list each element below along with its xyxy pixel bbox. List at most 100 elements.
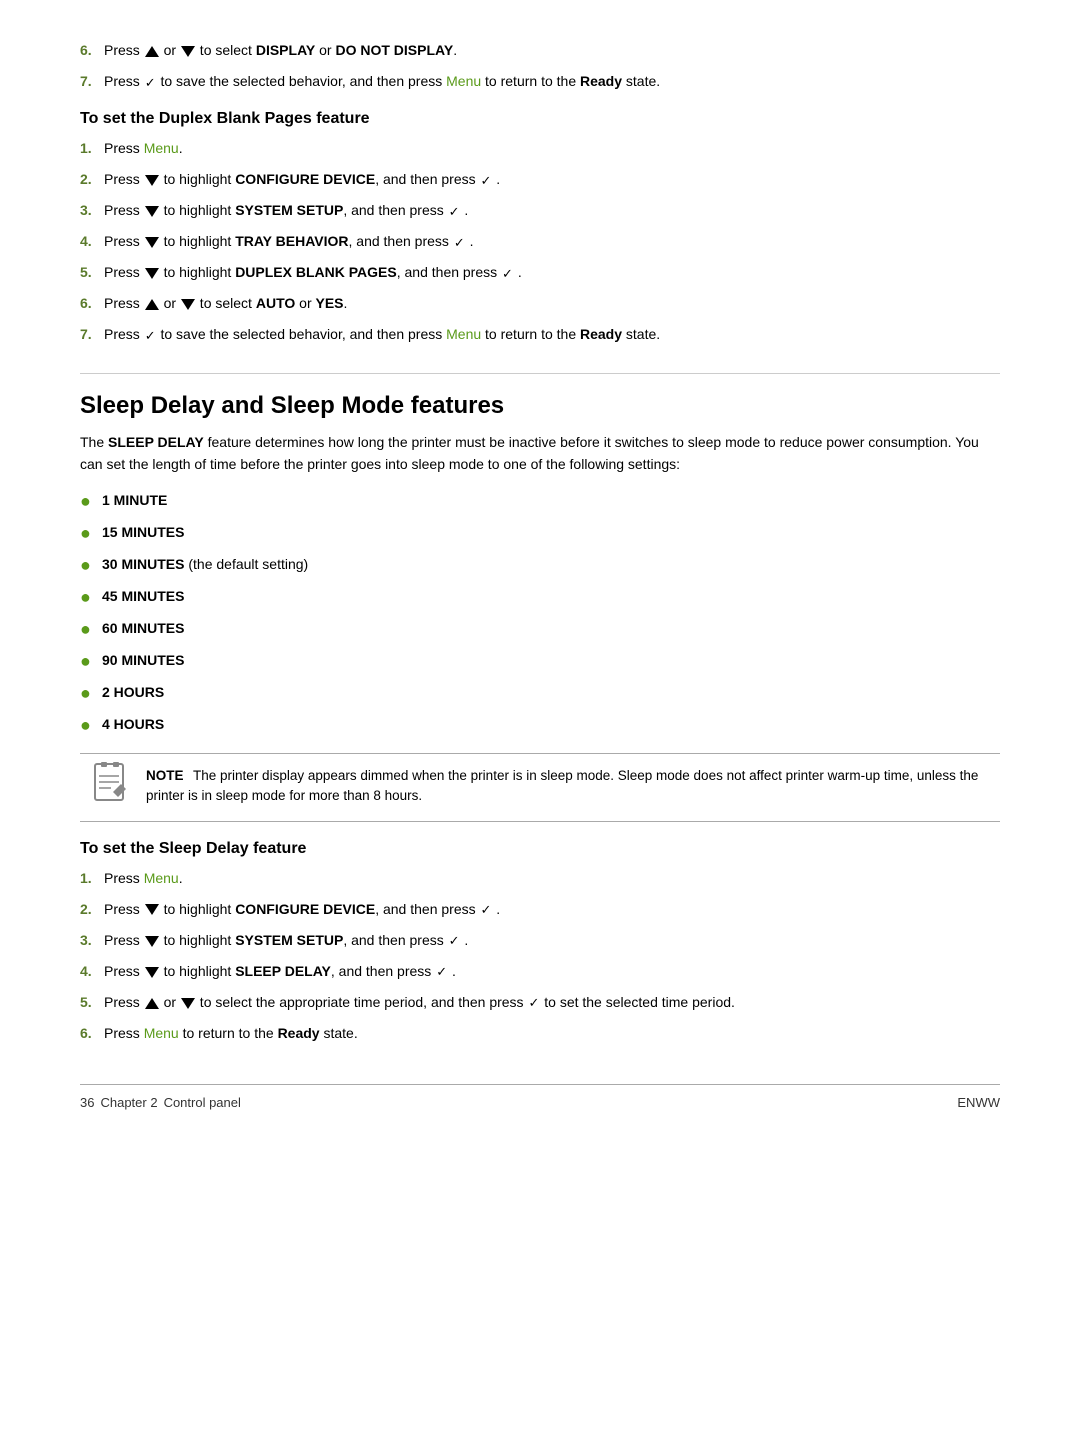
check-icon: ✓	[145, 326, 156, 346]
triangle-down-icon	[145, 936, 159, 947]
top-steps: 6. Press or to select DISPLAY or DO NOT …	[80, 40, 1000, 92]
triangle-down-icon	[145, 237, 159, 248]
duplex-step-1: 1. Press Menu.	[80, 138, 1000, 159]
step-content: Press to highlight SLEEP DELAY, and then…	[104, 961, 456, 982]
bullet-text: 60 MINUTES	[102, 618, 184, 639]
notepad-svg	[91, 762, 131, 802]
step-num: 6.	[80, 293, 104, 314]
step-content: Press Menu.	[104, 138, 183, 159]
triangle-down-icon	[181, 46, 195, 57]
check-icon: ✓	[481, 900, 492, 920]
note-content: NOTE The printer display appears dimmed …	[146, 766, 990, 807]
triangle-down-icon	[145, 268, 159, 279]
sleep-step-4: 4. Press to highlight SLEEP DELAY, and t…	[80, 961, 1000, 982]
step-content: Press or to select AUTO or YES.	[104, 293, 347, 314]
step-num: 7.	[80, 324, 104, 345]
sleep-step-3: 3. Press to highlight SYSTEM SETUP, and …	[80, 930, 1000, 951]
step-num: 3.	[80, 200, 104, 221]
note-icon	[90, 762, 132, 809]
footer-left: 36 Chapter 2 Control panel	[80, 1095, 241, 1110]
sleep-body-text: The SLEEP DELAY feature determines how l…	[80, 432, 1000, 475]
sleep-bullet-list: ● 1 MINUTE ● 15 MINUTES ● 30 MINUTES (th…	[80, 490, 1000, 739]
triangle-up-icon	[145, 46, 159, 57]
bold-sleep-delay: SLEEP DELAY	[235, 963, 331, 979]
footer: 36 Chapter 2 Control panel ENWW	[80, 1084, 1000, 1110]
bold-tray-behavior: TRAY BEHAVIOR	[235, 233, 348, 249]
step-num: 4.	[80, 231, 104, 252]
triangle-down-icon	[181, 998, 195, 1009]
step-num: 1.	[80, 868, 104, 889]
check-icon: ✓	[449, 202, 460, 222]
step-7-save: 7. Press ✓ to save the selected behavior…	[80, 71, 1000, 92]
check-icon: ✓	[502, 264, 513, 284]
duplex-step-3: 3. Press to highlight SYSTEM SETUP, and …	[80, 200, 1000, 221]
step-content: Press to highlight SYSTEM SETUP, and the…	[104, 200, 468, 221]
bullet-text: 2 HOURS	[102, 682, 164, 703]
bold-system-setup: SYSTEM SETUP	[235, 202, 343, 218]
bullet-text: 15 MINUTES	[102, 522, 184, 543]
bold-configure: CONFIGURE DEVICE	[235, 901, 375, 917]
sleep-step-6: 6. Press Menu to return to the Ready sta…	[80, 1023, 1000, 1044]
duplex-step-5: 5. Press to highlight DUPLEX BLANK PAGES…	[80, 262, 1000, 283]
bold-ready: Ready	[580, 73, 622, 89]
triangle-down-icon	[145, 175, 159, 186]
bullet-icon: ●	[80, 648, 102, 675]
bullet-text: 45 MINUTES	[102, 586, 184, 607]
triangle-up-icon	[145, 299, 159, 310]
list-item: ● 1 MINUTE	[80, 490, 1000, 515]
note-box: NOTE The printer display appears dimmed …	[80, 753, 1000, 822]
sleep-steps: 1. Press Menu. 2. Press to highlight CON…	[80, 868, 1000, 1044]
bullet-icon: ●	[80, 680, 102, 707]
check-icon: ✓	[528, 993, 539, 1013]
step-content: Press ✓ to save the selected behavior, a…	[104, 71, 660, 92]
step-num: 4.	[80, 961, 104, 982]
duplex-step-7: 7. Press ✓ to save the selected behavior…	[80, 324, 1000, 345]
list-item: ● 45 MINUTES	[80, 586, 1000, 611]
bullet-icon: ●	[80, 616, 102, 643]
step-content: Press ✓ to save the selected behavior, a…	[104, 324, 660, 345]
step-6-display: 6. Press or to select DISPLAY or DO NOT …	[80, 40, 1000, 61]
bullet-icon: ●	[80, 552, 102, 579]
step-num: 6.	[80, 1023, 104, 1044]
bullet-text: 1 MINUTE	[102, 490, 167, 511]
step-content: Press to highlight CONFIGURE DEVICE, and…	[104, 169, 500, 190]
menu-link: Menu	[144, 1025, 179, 1041]
duplex-step-4: 4. Press to highlight TRAY BEHAVIOR, and…	[80, 231, 1000, 252]
check-icon: ✓	[145, 73, 156, 93]
duplex-step-6: 6. Press or to select AUTO or YES.	[80, 293, 1000, 314]
triangle-down-icon	[181, 299, 195, 310]
triangle-down-icon	[145, 904, 159, 915]
menu-link: Menu	[446, 73, 481, 89]
list-item: ● 4 HOURS	[80, 714, 1000, 739]
duplex-steps: 1. Press Menu. 2. Press to highlight CON…	[80, 138, 1000, 345]
note-label: NOTE	[146, 768, 184, 783]
menu-link: Menu	[144, 140, 179, 156]
list-item: ● 60 MINUTES	[80, 618, 1000, 643]
sleep-main-heading: Sleep Delay and Sleep Mode features	[80, 373, 1000, 420]
bold-display: DISPLAY	[256, 42, 315, 58]
step-content: Press to highlight DUPLEX BLANK PAGES, a…	[104, 262, 522, 283]
bullet-text: 4 HOURS	[102, 714, 164, 735]
sleep-subsection-heading: To set the Sleep Delay feature	[80, 840, 1000, 858]
menu-link: Menu	[446, 326, 481, 342]
list-item: ● 30 MINUTES (the default setting)	[80, 554, 1000, 579]
bold-do-not-display: DO NOT DISPLAY	[335, 42, 453, 58]
footer-enww: ENWW	[957, 1095, 1000, 1110]
duplex-step-2: 2. Press to highlight CONFIGURE DEVICE, …	[80, 169, 1000, 190]
bullet-icon: ●	[80, 584, 102, 611]
step-content: Press to highlight TRAY BEHAVIOR, and th…	[104, 231, 474, 252]
bold-ready: Ready	[278, 1025, 320, 1041]
bullet-icon: ●	[80, 520, 102, 547]
step-content: Press Menu to return to the Ready state.	[104, 1023, 358, 1044]
bold-ready: Ready	[580, 326, 622, 342]
bullet-icon: ●	[80, 712, 102, 739]
triangle-up-icon	[145, 998, 159, 1009]
step-num: 1.	[80, 138, 104, 159]
step-content: Press or to select the appropriate time …	[104, 992, 735, 1013]
menu-link: Menu	[144, 870, 179, 886]
bold-configure: CONFIGURE DEVICE	[235, 171, 375, 187]
note-text: The printer display appears dimmed when …	[146, 768, 978, 803]
footer-chapter-name: Control panel	[164, 1095, 241, 1110]
step-num: 6.	[80, 40, 104, 61]
bold-sleep-delay: SLEEP DELAY	[108, 434, 204, 450]
